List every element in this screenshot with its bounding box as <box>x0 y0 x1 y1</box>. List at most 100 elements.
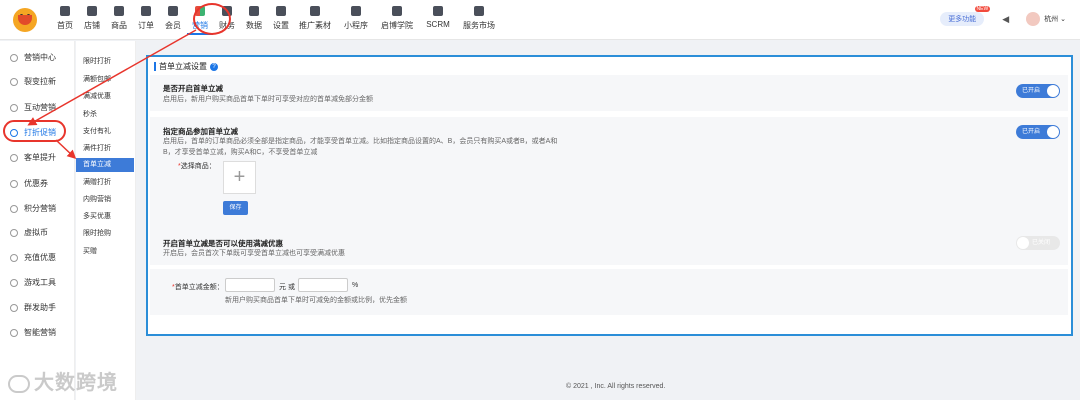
city-selector[interactable]: 杭州 ⌄ <box>1044 14 1066 24</box>
sidebar-item-game-tools[interactable]: 游戏工具 <box>10 277 56 288</box>
subnav-item[interactable]: 满额包邮 <box>76 73 134 87</box>
panel-title: 首单立减设置 ? <box>154 61 218 72</box>
select-products-label: *选择商品： <box>178 163 216 170</box>
nav-data[interactable]: 数据 <box>241 4 267 35</box>
toggle-knob <box>1047 85 1059 97</box>
sidebar-item-virtual-coin[interactable]: 虚拟币 <box>10 227 48 238</box>
logo-mouth <box>18 15 32 25</box>
section-enable-first-order: 是否开启首单立减 启用后，新用户购买商品首单下单时可享受对应的首单减免部分金额 … <box>150 75 1068 111</box>
nav-promo-materials[interactable]: 推广素材 <box>295 4 335 35</box>
coin-icon <box>10 228 18 237</box>
mini-program-icon <box>351 6 361 16</box>
watermark-logo-icon <box>8 374 30 393</box>
interactive-icon <box>10 103 18 112</box>
service-market-icon <box>474 6 484 16</box>
nav-members[interactable]: 会员 <box>160 4 186 35</box>
nav-scrm[interactable]: SCRM <box>418 4 458 35</box>
nav-academy[interactable]: 启博学院 <box>377 4 417 35</box>
gear-icon <box>276 6 286 16</box>
marketing-sidebar: 营销中心 裂变拉新 互动营销 打折促销 客单提升 优惠券 积分营销 虚拟币 充值… <box>0 41 75 400</box>
first-order-settings-panel: 首单立减设置 ? 是否开启首单立减 启用后，新用户购买商品首单下单时可享受对应的… <box>146 55 1073 336</box>
section-title: 指定商品参加首单立减 <box>163 127 238 136</box>
percent-unit: % <box>352 282 359 289</box>
section-stack-discount: 开启首单立减是否可以使用满减优惠 开启后，会员首次下单既可享受首单立减也可享受满… <box>150 229 1068 265</box>
sidebar-item-recharge[interactable]: 充值优惠 <box>10 252 56 263</box>
nav-products[interactable]: 商品 <box>106 4 132 35</box>
coupon-icon <box>10 179 18 188</box>
nav-settings[interactable]: 设置 <box>268 4 294 35</box>
recharge-icon <box>10 253 18 262</box>
sidebar-item-points[interactable]: 积分营销 <box>10 203 56 214</box>
grid-icon <box>10 53 18 62</box>
footer-copyright: © 2021 , Inc. All rights reserved. <box>566 383 666 390</box>
smart-icon <box>10 328 18 337</box>
sidebar-item-marketing-center[interactable]: 营销中心 <box>10 52 56 63</box>
nav-service-market[interactable]: 服务市场 <box>459 4 499 35</box>
section-title: 是否开启首单立减 <box>163 84 223 93</box>
section-desc-line1: 启用后，首单的订单商品必须全部是指定商品，才能享受首单立减。比如指定商品设置的A… <box>163 138 558 145</box>
subnav-item[interactable]: 满赠打折 <box>76 176 134 190</box>
nav-orders[interactable]: 订单 <box>133 4 159 35</box>
brand-logo[interactable] <box>13 8 37 32</box>
share-icon <box>310 6 320 16</box>
avatar[interactable] <box>1026 12 1041 26</box>
graduation-cap-icon <box>392 6 402 16</box>
title-accent-bar <box>154 62 156 71</box>
toggle-knob <box>1017 237 1029 249</box>
subnav-item[interactable]: 多买优惠 <box>76 210 134 224</box>
section-amount: *首单立减金额： 元 或 % 新用户购买商品首单下单时可减免的金额或比例，优先金… <box>150 269 1068 315</box>
game-icon <box>10 278 18 287</box>
subnav-item[interactable]: 支付有礼 <box>76 125 134 139</box>
sidebar-item-broadcast[interactable]: 群发助手 <box>10 302 56 313</box>
section-desc: 开启后，会员首次下单既可享受首单立减也可享受满减优惠 <box>163 250 345 257</box>
amount-percent-input[interactable] <box>298 278 348 292</box>
sidebar-item-basket-upsell[interactable]: 客单提升 <box>10 152 56 163</box>
points-icon <box>10 204 18 213</box>
annotation-circle-marketing <box>193 3 231 35</box>
discount-subnav: 限时打折 满额包邮 满减优惠 秒杀 支付有礼 满件打折 首单立减 满赠打折 内购… <box>76 41 136 400</box>
more-features-button[interactable]: 更多功能 NEW <box>940 6 991 26</box>
sidebar-item-coupons[interactable]: 优惠券 <box>10 178 48 189</box>
orders-icon <box>141 6 151 16</box>
save-button[interactable]: 保存 <box>223 201 248 215</box>
subnav-item[interactable]: 满件打折 <box>76 142 134 156</box>
help-icon[interactable]: ? <box>210 62 218 71</box>
nav-mini-program[interactable]: 小程序 <box>336 4 376 35</box>
basket-icon <box>10 153 18 162</box>
nav-store[interactable]: 店铺 <box>79 4 105 35</box>
products-icon <box>114 6 124 16</box>
amount-yuan-input[interactable] <box>225 278 275 292</box>
section-title: 开启首单立减是否可以使用满减优惠 <box>163 239 283 248</box>
sidebar-item-interactive[interactable]: 互动营销 <box>10 102 56 113</box>
add-product-button[interactable]: + <box>223 161 256 194</box>
home-icon <box>60 6 70 16</box>
toggle-knob <box>1047 126 1059 138</box>
fission-icon <box>10 77 18 86</box>
annotation-oval-discount <box>3 120 66 142</box>
subnav-item[interactable]: 限时抢购 <box>76 227 134 241</box>
stack-discount-toggle[interactable]: 已关闭 <box>1016 236 1060 250</box>
members-icon <box>168 6 178 16</box>
new-badge: NEW <box>974 6 991 12</box>
yuan-unit: 元 <box>279 284 286 291</box>
subnav-item[interactable]: 满减优惠 <box>76 90 134 104</box>
subnav-item[interactable]: 限时打折 <box>76 55 134 69</box>
store-icon <box>87 6 97 16</box>
specified-products-toggle[interactable]: 已开启 <box>1016 125 1060 139</box>
amount-hint: 新用户购买商品首单下单时可减免的金额或比例，优先金额 <box>225 297 407 304</box>
section-specified-products: 指定商品参加首单立减 启用后，首单的订单商品必须全部是指定商品，才能享受首单立减… <box>150 117 1068 229</box>
sidebar-item-fission[interactable]: 裂变拉新 <box>10 76 56 87</box>
subnav-item-first-order[interactable]: 首单立减 <box>76 158 134 172</box>
speaker-icon[interactable]: ◀ <box>1002 14 1012 24</box>
watermark: 大数跨境 <box>8 366 118 395</box>
amount-label: *首单立减金额： <box>172 284 224 291</box>
subnav-item[interactable]: 秒杀 <box>76 108 134 122</box>
subnav-item[interactable]: 内购营销 <box>76 193 134 207</box>
top-navigation-bar: 首页 店铺 商品 订单 会员 营销 财务 数据 设置 推广素材 小程序 启博学院… <box>0 0 1080 40</box>
section-desc: 启用后，新用户购买商品首单下单时可享受对应的首单减免部分金额 <box>163 96 373 103</box>
enable-first-order-toggle[interactable]: 已开启 <box>1016 84 1060 98</box>
nav-home[interactable]: 首页 <box>52 4 78 35</box>
sidebar-item-smart-marketing[interactable]: 智能营销 <box>10 327 56 338</box>
data-chart-icon <box>249 6 259 16</box>
subnav-item[interactable]: 买赠 <box>76 245 134 259</box>
